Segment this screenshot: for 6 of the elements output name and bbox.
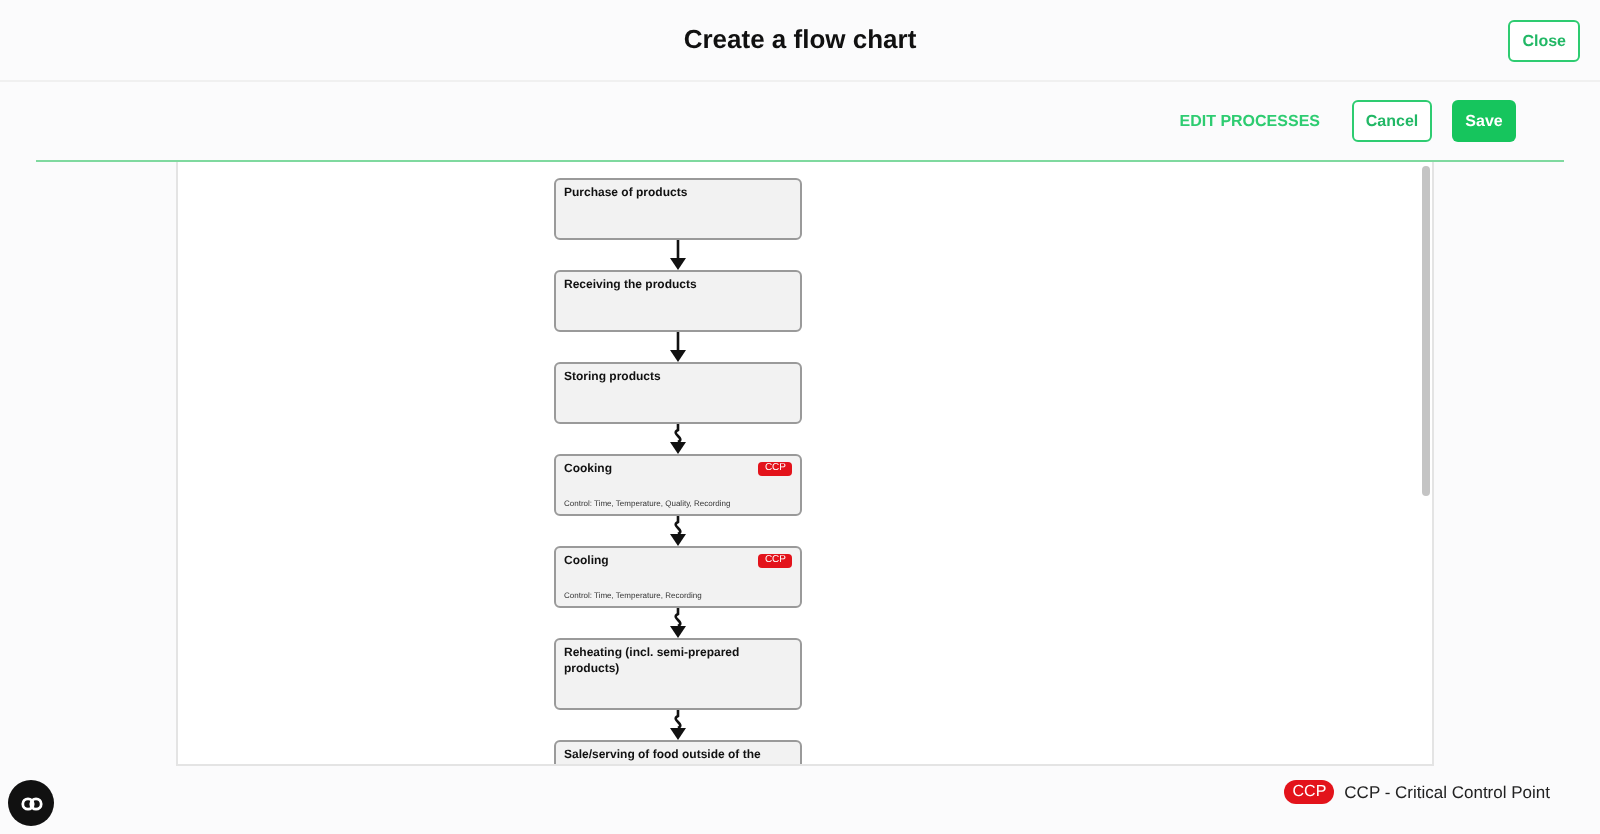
ccp-badge: CCP <box>1284 780 1335 805</box>
chat-icon <box>19 795 43 811</box>
dialog-title: Create a flow chart <box>683 22 917 59</box>
chat-button[interactable] <box>8 780 54 826</box>
scrollbar[interactable] <box>1422 166 1430 496</box>
legend-text: CCP - Critical Control Point <box>1344 780 1550 806</box>
